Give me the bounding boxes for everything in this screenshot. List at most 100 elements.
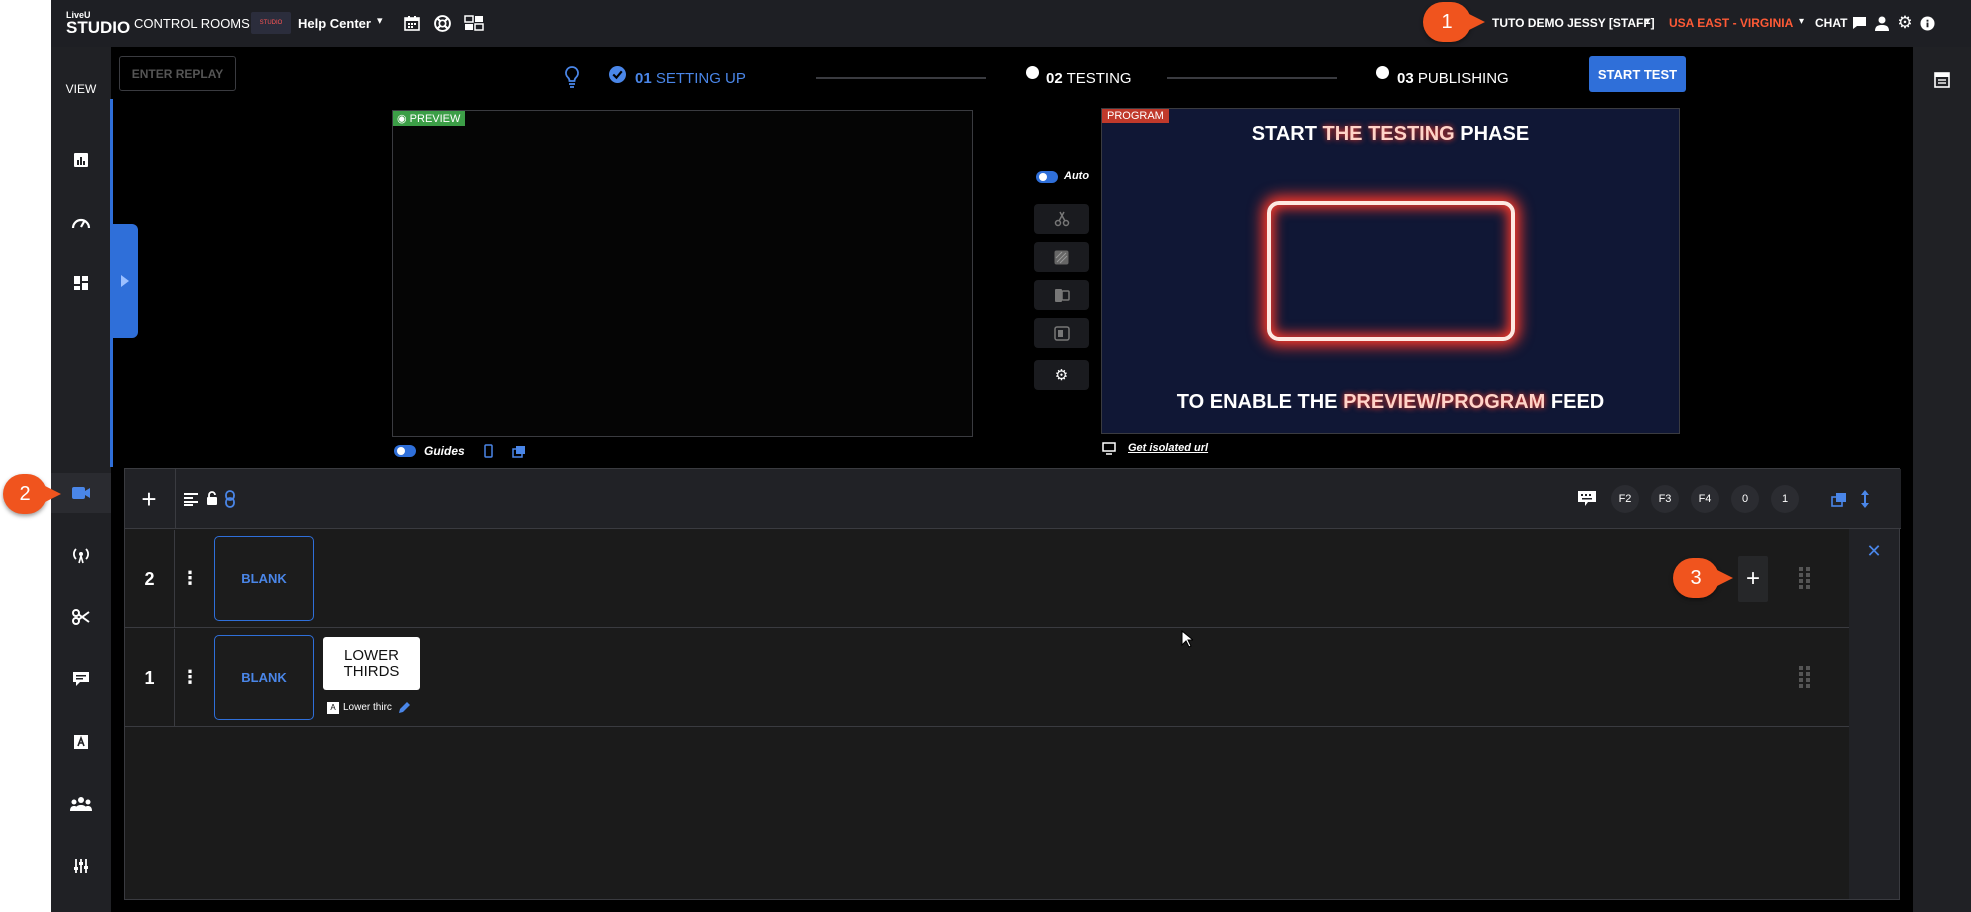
step-testing[interactable]: 02 TESTING (1046, 70, 1132, 87)
main-area: ENTER REPLAY 01 SETTING UP 02 TESTING 03… (110, 47, 1913, 912)
isolated-url-link[interactable]: Get isolated url (1128, 442, 1208, 454)
step-setting-up[interactable]: 01 SETTING UP (635, 70, 746, 87)
drag-handle-icon[interactable] (1798, 566, 1812, 590)
panel-list-icon[interactable] (1933, 71, 1951, 89)
cut-transition-button[interactable] (1034, 204, 1089, 234)
program-headline-highlight: THE TESTING (1322, 123, 1455, 145)
lifebuoy-icon[interactable] (433, 14, 451, 32)
gauge-icon[interactable] (51, 202, 111, 242)
blank-source-tile[interactable]: BLANK (214, 536, 314, 621)
app-window: LiveU STUDIO CONTROL ROOMS STUDIO Help C… (51, 0, 1971, 912)
shortcut-chip-0[interactable]: 0 (1731, 485, 1759, 513)
unlock-icon[interactable] (205, 490, 219, 506)
account-dropdown[interactable]: TUTO DEMO JESSY [STAFF] (1492, 16, 1655, 30)
program-headline-part: PHASE (1454, 123, 1530, 145)
region-dropdown[interactable]: USA EAST - VIRGINIA (1669, 16, 1793, 30)
shortcut-chip-f4[interactable]: F4 (1691, 485, 1719, 513)
gear-icon: ⚙ (1054, 367, 1069, 384)
step-dot-icon (1376, 66, 1389, 79)
auto-label: Auto (1064, 170, 1090, 182)
close-icon[interactable]: ✕ (1866, 541, 1882, 561)
lower-thirds-tile[interactable]: LOWER THIRDS (323, 637, 420, 690)
text-overlay-icon[interactable] (51, 722, 111, 762)
shortcut-chip-1[interactable]: 1 (1771, 485, 1799, 513)
more-vertical-icon[interactable]: ⋮ (181, 667, 199, 687)
add-layer-button[interactable]: + (137, 484, 161, 514)
auto-toggle[interactable] (1036, 171, 1058, 183)
keyboard-shortcuts-icon[interactable] (1577, 489, 1597, 507)
layout-grid-icon[interactable] (464, 14, 484, 32)
program-subline-highlight: PREVIEW/PROGRAM (1343, 391, 1546, 413)
control-rooms-link[interactable]: CONTROL ROOMS (134, 16, 250, 31)
scissors-icon[interactable] (51, 597, 111, 637)
user-icon[interactable] (1874, 15, 1890, 31)
program-screen: START THE TESTING PHASE TO ENABLE THE PR… (1101, 108, 1680, 434)
eye-icon: ◉ (397, 113, 407, 125)
wipe-transition-button[interactable] (1034, 242, 1089, 272)
more-vertical-icon[interactable]: ⋮ (181, 568, 199, 588)
add-source-button[interactable]: + (1738, 556, 1768, 602)
blank-source-tile[interactable]: BLANK (214, 635, 314, 720)
step-label: SETTING UP (655, 70, 746, 87)
broadcast-icon[interactable] (51, 535, 111, 575)
neon-frame (1267, 201, 1515, 341)
logo-main: STUDIO (66, 18, 131, 37)
expand-panel-button[interactable] (111, 224, 138, 338)
mouse-cursor-icon (1180, 629, 1194, 649)
info-icon[interactable] (1919, 15, 1935, 31)
view-label: VIEW (65, 82, 97, 96)
step-publishing[interactable]: 03 PUBLISHING (1397, 70, 1509, 87)
layer-row: 1 ⋮ BLANK LOWER THIRDS A Lower thirc (125, 629, 1849, 727)
gear-icon[interactable]: ⚙ (1896, 13, 1914, 32)
edit-pencil-icon[interactable] (397, 700, 411, 714)
preview-screen[interactable] (392, 110, 973, 437)
copy-icon[interactable] (511, 443, 527, 459)
stinger-transition-button[interactable] (1034, 318, 1089, 348)
slide-icon (1054, 288, 1070, 302)
layer-number: 2 (125, 530, 175, 628)
duplicate-icon[interactable] (1830, 490, 1848, 508)
lightbulb-icon[interactable] (562, 64, 582, 90)
chevron-down-icon: ▾ (1799, 16, 1805, 27)
analytics-icon[interactable] (51, 140, 111, 180)
right-rail (1913, 47, 1971, 912)
transition-settings-button[interactable]: ⚙ (1034, 360, 1089, 390)
step-number: 02 (1046, 70, 1063, 87)
chevron-down-icon: ▾ (1645, 16, 1651, 27)
chat-bubble-icon[interactable] (1851, 15, 1867, 31)
start-test-button[interactable]: START TEST (1589, 56, 1686, 92)
text-overlay-icon: A (327, 702, 339, 714)
align-left-icon[interactable] (183, 491, 199, 507)
dashboard-icon[interactable] (51, 263, 111, 303)
program-headline: START THE TESTING PHASE (1102, 123, 1679, 146)
slide-transition-button[interactable] (1034, 280, 1089, 310)
drag-handle-icon[interactable] (1798, 665, 1812, 689)
help-center-thumbnail: STUDIO (251, 12, 291, 34)
resize-vertical-icon[interactable] (1859, 489, 1871, 509)
calendar-icon[interactable] (403, 14, 421, 32)
shortcut-chip-f2[interactable]: F2 (1611, 485, 1639, 513)
captions-icon[interactable] (51, 659, 111, 699)
program-subline-part: FEED (1545, 391, 1605, 413)
preview-tag: ◉ PREVIEW (393, 111, 466, 126)
callout-1: 1 (1423, 2, 1485, 42)
chat-link[interactable]: CHAT (1815, 16, 1847, 30)
cut-icon (1054, 211, 1069, 227)
layers-toolbar: + F2 F3 F4 0 1 (125, 469, 1901, 529)
wipe-icon (1054, 250, 1069, 264)
chevron-right-icon (120, 275, 129, 287)
guides-toggle[interactable] (394, 445, 416, 457)
guides-label: Guides (424, 444, 465, 458)
left-rail: VIEW (51, 47, 111, 912)
shortcut-chip-f3[interactable]: F3 (1651, 485, 1679, 513)
users-icon[interactable] (51, 784, 111, 824)
mobile-icon[interactable] (481, 443, 495, 459)
link-icon[interactable] (223, 490, 237, 508)
lower-thirds-caption: Lower thirc (343, 702, 392, 713)
help-center-dropdown[interactable]: Help Center (298, 16, 371, 31)
enter-replay-button[interactable]: ENTER REPLAY (119, 56, 236, 91)
sliders-icon[interactable] (51, 846, 111, 886)
program-subline-part: TO ENABLE THE (1176, 391, 1344, 413)
step-connector (816, 77, 986, 79)
layer-number: 1 (125, 629, 175, 727)
